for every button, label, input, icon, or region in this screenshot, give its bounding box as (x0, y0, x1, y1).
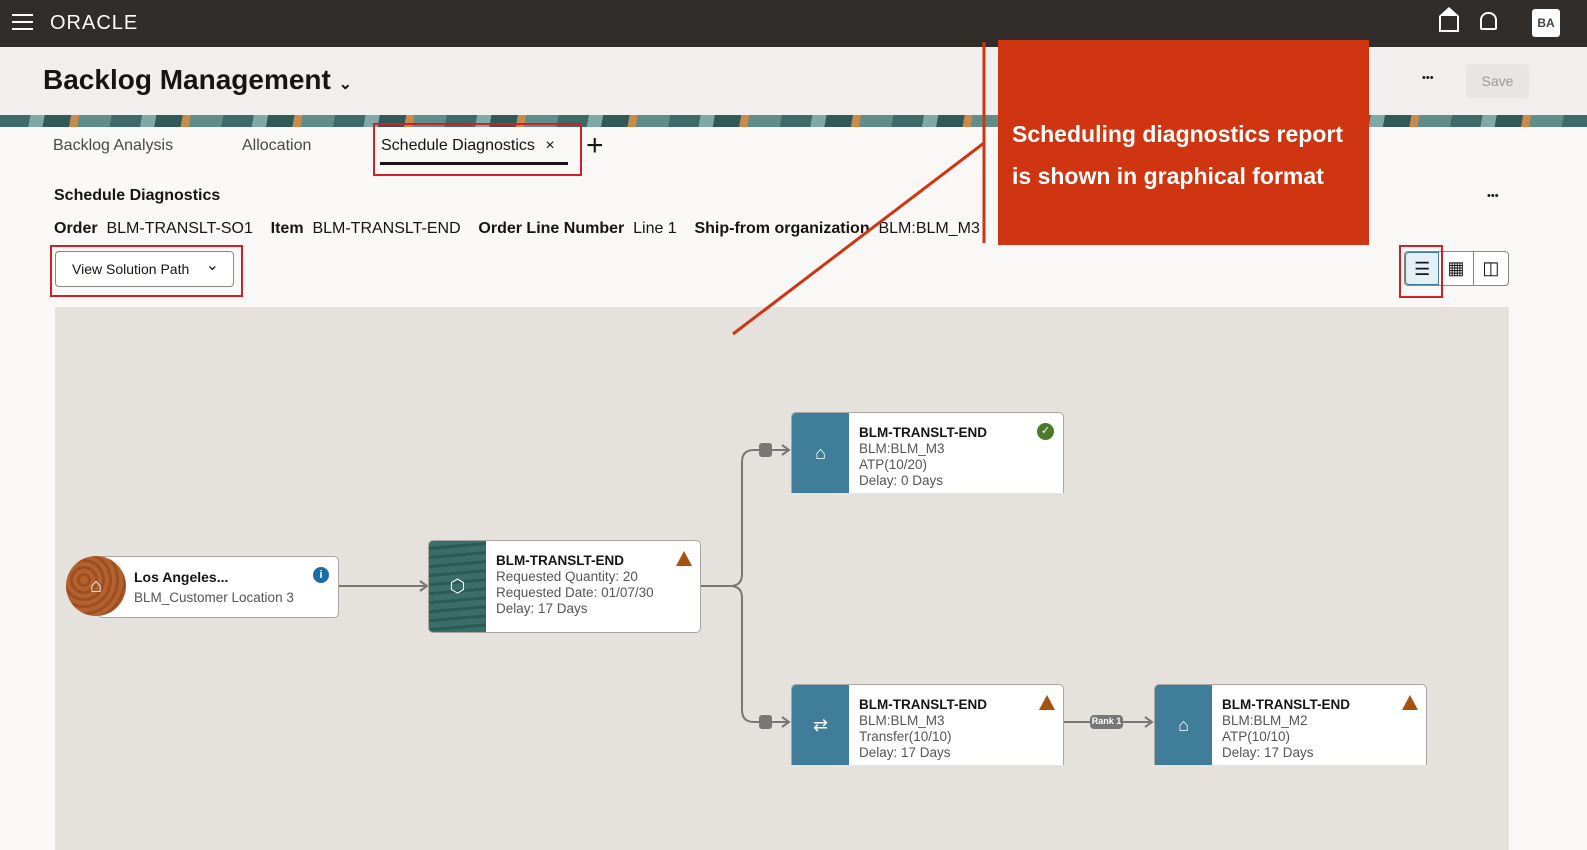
callout-box: Scheduling diagnostics report is shown i… (998, 40, 1369, 245)
callout-line-2: is shown in graphical format (1012, 163, 1324, 189)
callout-line-1: Scheduling diagnostics report (1012, 121, 1343, 147)
